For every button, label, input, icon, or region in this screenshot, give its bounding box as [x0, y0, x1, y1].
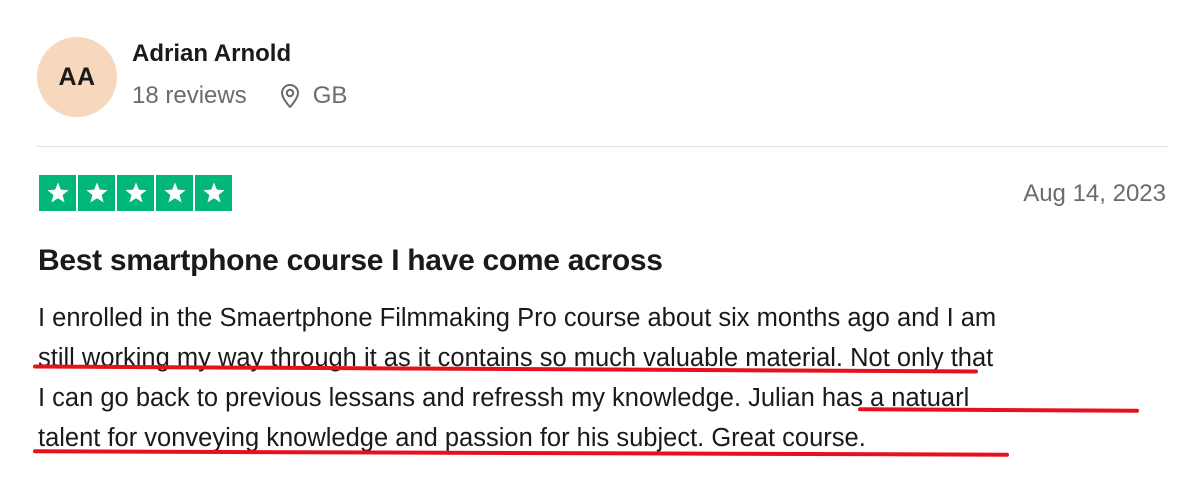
- star-icon: [195, 175, 232, 211]
- review-date: Aug 14, 2023: [1023, 180, 1166, 207]
- review-body-line: still working my way through it as it co…: [38, 344, 994, 372]
- review-body: I enrolled in the Smaertphone Filmmaking…: [38, 298, 1168, 458]
- review-title[interactable]: Best smartphone course I have come acros…: [38, 244, 663, 278]
- reviewer-name[interactable]: Adrian Arnold: [132, 40, 291, 68]
- reviewer-meta: 18 reviews GB: [132, 82, 347, 110]
- star-rating: [39, 175, 232, 211]
- review-body-line: I enrolled in the Smaertphone Filmmaking…: [38, 304, 997, 332]
- header-divider: [37, 146, 1168, 147]
- review-count: 18 reviews: [132, 82, 247, 109]
- map-pin-icon: [279, 83, 301, 109]
- review-card: AA Adrian Arnold 18 reviews GB Aug 14, 2…: [0, 0, 1200, 481]
- star-icon: [117, 175, 154, 211]
- star-icon: [156, 175, 193, 211]
- avatar-initials: AA: [58, 62, 96, 91]
- star-icon: [39, 175, 76, 211]
- avatar[interactable]: AA: [37, 37, 117, 117]
- star-icon: [78, 175, 115, 211]
- reviewer-country: GB: [312, 82, 348, 109]
